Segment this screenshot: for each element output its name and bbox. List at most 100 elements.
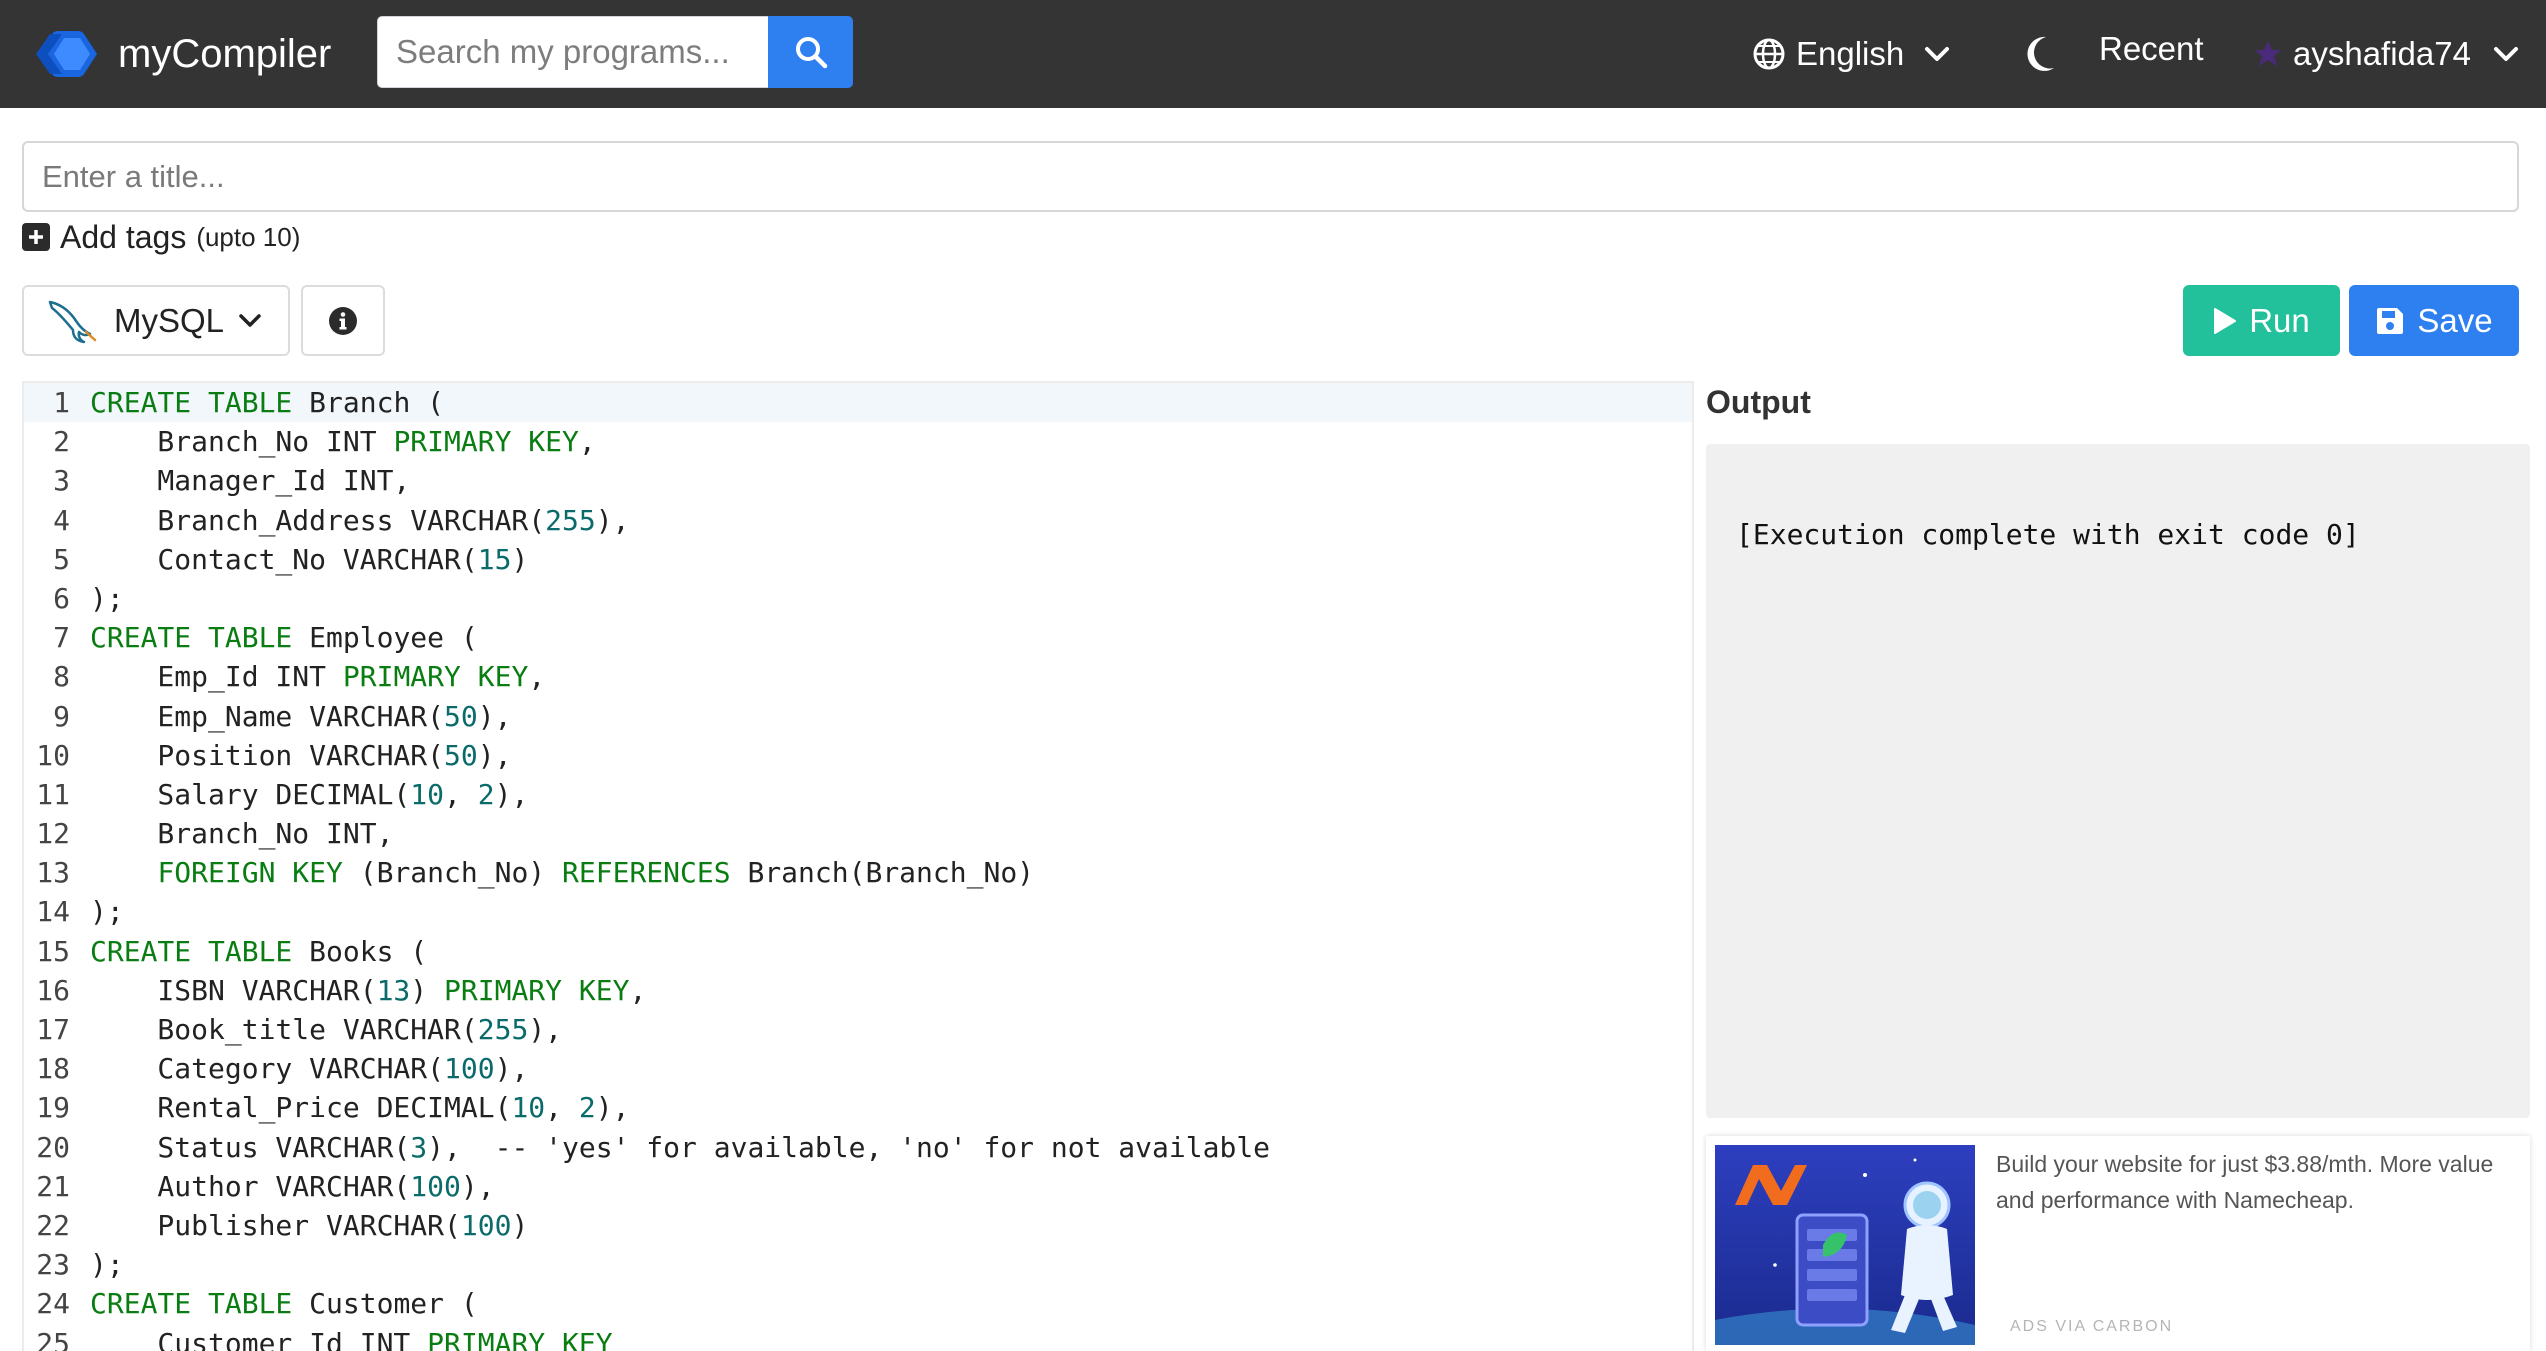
line-number: 4	[53, 503, 70, 537]
language-select[interactable]: MySQL	[22, 285, 290, 356]
code-token: ),	[460, 1169, 495, 1203]
code-text: Branch_No INT PRIMARY KEY,	[90, 422, 596, 461]
code-token: Branch_No INT,	[90, 817, 394, 851]
code-number: 3	[410, 1130, 428, 1164]
line-number: 18	[36, 1052, 70, 1086]
code-number: 255	[545, 503, 596, 537]
code-token: ), -- 'yes' for available, 'no' for not …	[427, 1130, 1271, 1164]
code-token: ,	[444, 777, 478, 811]
code-line[interactable]: 8 Emp_Id INT PRIMARY KEY,	[24, 657, 1692, 696]
code-keyword: PRIMARY KEY	[444, 973, 630, 1007]
code-number: 15	[477, 542, 512, 576]
line-number: 7	[53, 621, 70, 655]
info-button[interactable]	[301, 285, 385, 356]
code-token: ,	[528, 660, 546, 694]
code-line[interactable]: 2 Branch_No INT PRIMARY KEY,	[24, 422, 1692, 461]
code-token: )	[511, 1208, 529, 1242]
code-token: );	[90, 581, 124, 615]
code-token: )	[511, 542, 529, 576]
code-line[interactable]: 18 Category VARCHAR(100),	[24, 1049, 1692, 1088]
code-number: 2	[578, 1091, 596, 1125]
code-keyword: REFERENCES	[562, 856, 731, 890]
ad-image[interactable]	[1715, 1145, 1975, 1345]
code-text: );	[90, 1245, 124, 1284]
line-number: 1	[53, 386, 70, 419]
add-tags-label: Add tags	[60, 218, 187, 255]
code-token: Emp_Name VARCHAR(	[90, 699, 445, 733]
code-line[interactable]: 24 CREATE TABLE Customer (	[24, 1284, 1692, 1323]
ad-label[interactable]: ADS VIA CARBON	[2010, 1318, 2173, 1336]
code-line[interactable]: 17 Book_title VARCHAR(255),	[24, 1010, 1692, 1049]
code-token: Employee (	[292, 621, 478, 655]
code-token: Position VARCHAR(	[90, 738, 445, 772]
code-line[interactable]: 23);	[24, 1245, 1692, 1284]
code-token: Branch(Branch_No)	[730, 856, 1035, 890]
code-line[interactable]: 15 CREATE TABLE Books (	[24, 932, 1692, 971]
line-number: 8	[53, 660, 70, 694]
code-text: Customer_Id INT PRIMARY KEY	[90, 1324, 612, 1351]
code-text: Status VARCHAR(3), -- 'yes' for availabl…	[90, 1128, 1270, 1167]
save-button[interactable]: Save	[2349, 285, 2519, 356]
code-text: Branch_Address VARCHAR(255),	[90, 501, 629, 540]
code-line[interactable]: 5 Contact_No VARCHAR(15)	[24, 540, 1692, 579]
code-keyword: PRIMARY KEY	[393, 425, 579, 459]
user-menu[interactable]: ayshafida74	[2253, 26, 2519, 82]
code-token: ),	[528, 1013, 563, 1046]
code-token: );	[90, 1248, 124, 1282]
add-tags-button[interactable]: Add tags (upto 10)	[22, 218, 300, 256]
code-line[interactable]: 9 Emp_Name VARCHAR(50),	[24, 697, 1692, 736]
code-line[interactable]: 21 Author VARCHAR(100),	[24, 1167, 1692, 1206]
moon-icon[interactable]	[2024, 34, 2058, 74]
code-token: ISBN VARCHAR(	[90, 973, 377, 1007]
code-token: ,	[578, 425, 596, 459]
brand-name: myCompiler	[118, 31, 332, 76]
code-line[interactable]: 4 Branch_Address VARCHAR(255),	[24, 501, 1692, 540]
code-keyword: CREATE TABLE	[90, 386, 293, 419]
code-line[interactable]: 13 FOREIGN KEY (Branch_No) REFERENCES Br…	[24, 853, 1692, 892]
title-input[interactable]	[22, 141, 2519, 212]
code-token: )	[410, 973, 445, 1007]
code-token: Category VARCHAR(	[90, 1052, 445, 1086]
code-line[interactable]: 14);	[24, 892, 1692, 931]
code-line[interactable]: 6);	[24, 579, 1692, 618]
line-number: 21	[36, 1169, 70, 1203]
run-button[interactable]: Run	[2183, 285, 2340, 356]
language-dropdown[interactable]: English	[1752, 26, 1950, 82]
code-number: 50	[444, 738, 478, 772]
code-line[interactable]: 19 Rental_Price DECIMAL(10, 2),	[24, 1088, 1692, 1127]
carbon-ad: Build your website for just $3.88/mth. M…	[1706, 1136, 2530, 1351]
code-text: CREATE TABLE Branch (	[90, 383, 444, 422]
code-token: Contact_No VARCHAR(	[90, 542, 478, 576]
line-number: 17	[36, 1013, 70, 1046]
code-token: Branch_Address VARCHAR(	[90, 503, 546, 537]
code-keyword: CREATE TABLE	[90, 934, 293, 968]
code-editor[interactable]: 1 CREATE TABLE Branch (2 Branch_No INT PR…	[22, 381, 1694, 1351]
code-line[interactable]: 3 Manager_Id INT,	[24, 461, 1692, 500]
code-token: Book_title VARCHAR(	[90, 1013, 478, 1046]
code-line[interactable]: 20 Status VARCHAR(3), -- 'yes' for avail…	[24, 1128, 1692, 1167]
line-number: 22	[36, 1208, 70, 1242]
recent-link[interactable]: Recent	[2099, 30, 2204, 68]
code-line[interactable]: 12 Branch_No INT,	[24, 814, 1692, 853]
code-text: CREATE TABLE Employee (	[90, 618, 478, 657]
brand[interactable]: myCompiler	[34, 24, 331, 84]
code-number: 100	[460, 1208, 512, 1242]
code-line[interactable]: 1 CREATE TABLE Branch (	[24, 383, 1692, 423]
code-line[interactable]: 16 ISBN VARCHAR(13) PRIMARY KEY,	[24, 971, 1692, 1010]
code-token: );	[90, 895, 124, 929]
code-token: Books (	[292, 934, 428, 968]
ad-text[interactable]: Build your website for just $3.88/mth. M…	[1996, 1146, 2516, 1218]
code-line[interactable]: 11 Salary DECIMAL(10, 2),	[24, 775, 1692, 814]
code-keyword: CREATE TABLE	[90, 1287, 293, 1321]
search-input[interactable]	[377, 16, 768, 88]
line-number: 25	[36, 1326, 70, 1351]
search-button[interactable]	[768, 16, 853, 88]
code-line[interactable]: 22 Publisher VARCHAR(100)	[24, 1206, 1692, 1245]
globe-icon	[1753, 38, 1785, 70]
play-icon	[2214, 307, 2237, 334]
code-line[interactable]: 25 Customer_Id INT PRIMARY KEY	[24, 1324, 1692, 1351]
code-line[interactable]: 10 Position VARCHAR(50),	[24, 736, 1692, 775]
floppy-disk-icon	[2377, 307, 2404, 334]
code-line[interactable]: 7 CREATE TABLE Employee (	[24, 618, 1692, 657]
chevron-down-icon	[239, 313, 261, 327]
